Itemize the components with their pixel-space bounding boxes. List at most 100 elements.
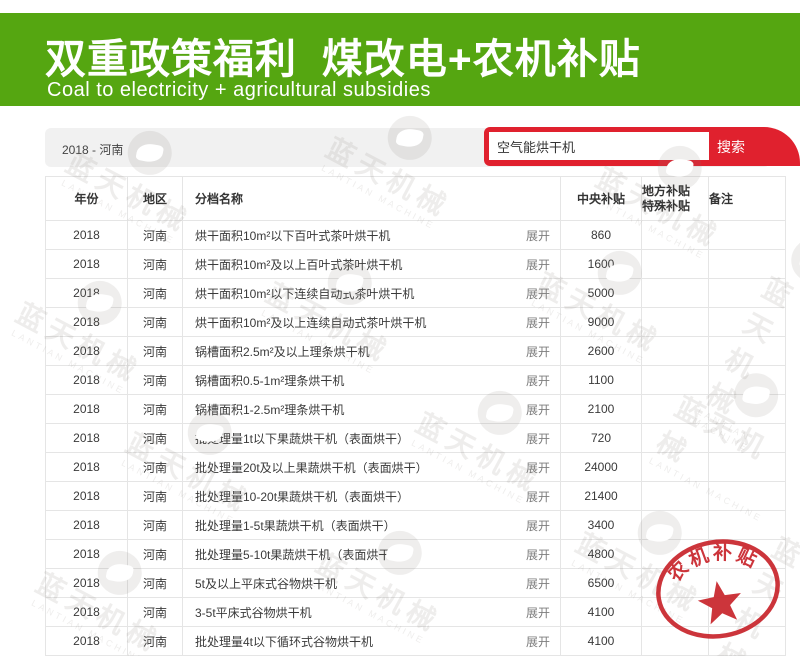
cell-year: 2018 <box>46 482 128 511</box>
cell-category: 烘干面积10m²以下连续自动式茶叶烘干机 展开 <box>183 279 561 308</box>
cell-region: 河南 <box>128 337 183 366</box>
cell-central-subsidy: 1100 <box>561 366 642 395</box>
cell-year: 2018 <box>46 511 128 540</box>
expand-link[interactable]: 展开 <box>526 633 550 650</box>
expand-link[interactable]: 展开 <box>526 459 550 476</box>
expand-link[interactable]: 展开 <box>526 314 550 331</box>
category-name: 锅槽面积1-2.5m²理条烘干机 <box>195 401 344 418</box>
category-name: 烘干面积10m²以下连续自动式茶叶烘干机 <box>195 285 414 302</box>
expand-link[interactable]: 展开 <box>526 372 550 389</box>
cell-year: 2018 <box>46 337 128 366</box>
table-row: 2018河南锅槽面积2.5m²及以上理条烘干机展开2600 <box>46 337 786 366</box>
expand-link[interactable]: 展开 <box>526 604 550 621</box>
header-central-subsidy: 中央补贴 <box>561 177 642 221</box>
cell-region: 河南 <box>128 279 183 308</box>
expand-link[interactable]: 展开 <box>526 401 550 418</box>
cell-central-subsidy: 860 <box>561 221 642 250</box>
cell-year: 2018 <box>46 395 128 424</box>
header-local-subsidy: 地方补贴 特殊补贴 <box>642 177 709 221</box>
search-box: 搜索 <box>484 127 800 166</box>
cell-category: 烘干面积10m²及以上连续自动式茶叶烘干机 展开 <box>183 308 561 337</box>
header-local-line2: 特殊补贴 <box>642 199 708 214</box>
cell-central-subsidy: 4100 <box>561 598 642 627</box>
expand-link[interactable]: 展开 <box>526 488 550 505</box>
cell-remark <box>709 279 786 308</box>
table-row: 2018河南批处理量10-20t果蔬烘干机（表面烘干）展开21400 <box>46 482 786 511</box>
cell-local-subsidy <box>642 482 709 511</box>
cell-category: 烘干面积10m²以下百叶式茶叶烘干机 展开 <box>183 221 561 250</box>
cell-remark <box>709 569 786 598</box>
table-row: 2018河南锅槽面积1-2.5m²理条烘干机展开2100 <box>46 395 786 424</box>
cell-category: 批处理量5-10t果蔬烘干机（表面烘干）展开 <box>183 540 561 569</box>
cell-year: 2018 <box>46 250 128 279</box>
cell-year: 2018 <box>46 598 128 627</box>
cell-remark <box>709 424 786 453</box>
cell-central-subsidy: 5000 <box>561 279 642 308</box>
cell-local-subsidy <box>642 424 709 453</box>
hero-banner: 双重政策福利 煤改电+农机补贴 Coal to electricity + ag… <box>0 13 800 106</box>
search-input[interactable] <box>489 132 709 160</box>
cell-region: 河南 <box>128 540 183 569</box>
cell-category: 批处理量4t以下循环式谷物烘干机展开 <box>183 627 561 656</box>
cell-remark <box>709 395 786 424</box>
cell-remark <box>709 540 786 569</box>
cell-local-subsidy <box>642 598 709 627</box>
category-name: 烘干面积10m²及以上连续自动式茶叶烘干机 <box>195 314 426 331</box>
page: 双重政策福利 煤改电+农机补贴 Coal to electricity + ag… <box>0 0 800 656</box>
category-name: 锅槽面积0.5-1m²理条烘干机 <box>195 372 344 389</box>
cell-central-subsidy: 3400 <box>561 511 642 540</box>
filter-breadcrumb: 2018 - 河南 <box>62 141 123 158</box>
search-button[interactable]: 搜索 <box>702 127 760 166</box>
cell-central-subsidy: 4100 <box>561 627 642 656</box>
cell-central-subsidy: 720 <box>561 424 642 453</box>
expand-link[interactable]: 展开 <box>526 575 550 592</box>
cell-central-subsidy: 9000 <box>561 308 642 337</box>
table-header-row: 年份 地区 分档名称 中央补贴 地方补贴 特殊补贴 备注 <box>46 177 786 221</box>
cell-region: 河南 <box>128 482 183 511</box>
expand-link[interactable]: 展开 <box>526 227 550 244</box>
page-title: 双重政策福利 煤改电+农机补贴 <box>45 25 641 85</box>
cell-remark <box>709 366 786 395</box>
page-subtitle: Coal to electricity + agricultural subsi… <box>47 79 431 102</box>
table-row: 2018河南5t及以上平床式谷物烘干机展开6500 <box>46 569 786 598</box>
table-row: 2018河南批处理量4t以下循环式谷物烘干机展开4100 <box>46 627 786 656</box>
table-row: 2018河南烘干面积10m²及以上百叶式茶叶烘干机展开1600 <box>46 250 786 279</box>
cell-year: 2018 <box>46 453 128 482</box>
cell-category: 5t及以上平床式谷物烘干机 展开 <box>183 569 561 598</box>
expand-link[interactable]: 展开 <box>526 285 550 302</box>
cell-year: 2018 <box>46 308 128 337</box>
cell-year: 2018 <box>46 221 128 250</box>
table-row: 2018河南烘干面积10m²以下连续自动式茶叶烘干机 展开 5000 <box>46 279 786 308</box>
expand-link[interactable]: 展开 <box>526 343 550 360</box>
cell-remark <box>709 482 786 511</box>
cell-region: 河南 <box>128 453 183 482</box>
expand-link[interactable]: 展开 <box>526 546 550 563</box>
cell-category: 烘干面积10m²及以上百叶式茶叶烘干机 展开 <box>183 250 561 279</box>
category-name: 批处理量20t及以上果蔬烘干机（表面烘干） <box>195 459 428 476</box>
table-header: 年份 地区 分档名称 中央补贴 地方补贴 特殊补贴 备注 <box>46 177 786 221</box>
cell-local-subsidy <box>642 453 709 482</box>
cell-local-subsidy <box>642 308 709 337</box>
cell-category: 批处理量20t及以上果蔬烘干机（表面烘干） 展开 <box>183 453 561 482</box>
category-name: 烘干面积10m²及以上百叶式茶叶烘干机 <box>195 256 402 273</box>
cell-local-subsidy <box>642 395 709 424</box>
cell-region: 河南 <box>128 424 183 453</box>
cell-central-subsidy: 21400 <box>561 482 642 511</box>
expand-link[interactable]: 展开 <box>526 256 550 273</box>
cell-remark <box>709 453 786 482</box>
cell-year: 2018 <box>46 279 128 308</box>
header-local-line1: 地方补贴 <box>642 184 708 199</box>
category-name: 批处理量1-5t果蔬烘干机（表面烘干） <box>195 517 396 534</box>
expand-link[interactable]: 展开 <box>526 430 550 447</box>
category-name: 烘干面积10m²以下百叶式茶叶烘干机 <box>195 227 390 244</box>
category-name: 5t及以上平床式谷物烘干机 <box>195 575 337 592</box>
cell-category: 锅槽面积2.5m²及以上理条烘干机展开 <box>183 337 561 366</box>
cell-region: 河南 <box>128 395 183 424</box>
cell-remark <box>709 221 786 250</box>
table-row: 2018河南批处理量20t及以上果蔬烘干机（表面烘干）展开24000 <box>46 453 786 482</box>
category-name: 3-5t平床式谷物烘干机 <box>195 604 312 621</box>
cell-local-subsidy <box>642 250 709 279</box>
expand-link[interactable]: 展开 <box>526 517 550 534</box>
header-category: 分档名称 <box>183 177 561 221</box>
cell-region: 河南 <box>128 598 183 627</box>
